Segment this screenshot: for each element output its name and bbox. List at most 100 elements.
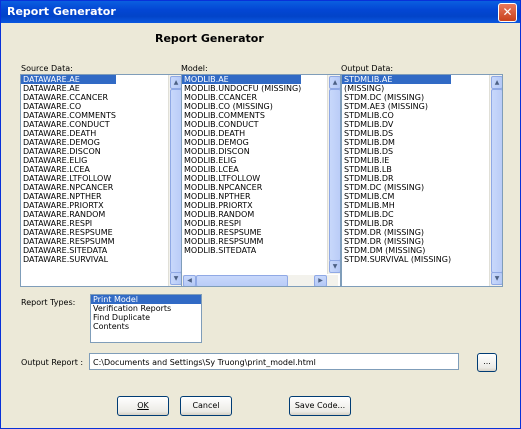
arrow-right-icon[interactable]: ▶	[314, 275, 327, 286]
list-item[interactable]: STDMLIB.DS	[342, 129, 451, 138]
arrow-up-icon[interactable]: ▲	[491, 76, 502, 89]
window-title: Report Generator	[7, 5, 116, 18]
list-item[interactable]: MODLIB.NPTHER	[182, 192, 301, 201]
list-item[interactable]: DATAWARE.NPTHER	[21, 192, 116, 201]
output-report-label: Output Report :	[21, 358, 84, 367]
close-button[interactable]: ✕	[498, 3, 517, 22]
ok-button-label: OK	[137, 401, 149, 410]
list-item[interactable]: STDMLIB.CM	[342, 192, 451, 201]
list-item[interactable]: STDMLIB.MH	[342, 201, 451, 210]
list-item[interactable]: MODLIB.DEMOG	[182, 138, 301, 147]
list-item[interactable]: STDMLIB.LB	[342, 165, 451, 174]
scroll-thumb[interactable]	[329, 89, 340, 261]
list-item[interactable]: DATAWARE.CONDUCT	[21, 120, 116, 129]
list-item[interactable]: MODLIB.NPCANCER	[182, 183, 301, 192]
list-item[interactable]: DATAWARE.COMMENTS	[21, 111, 116, 120]
model-hscrollbar[interactable]: ◀ ▶	[182, 275, 338, 286]
list-item[interactable]: MODLIB.DISCON	[182, 147, 301, 156]
list-item[interactable]: Find Duplicate	[91, 313, 201, 322]
list-item[interactable]: STDMLIB.IE	[342, 156, 451, 165]
list-item[interactable]: STDM.SURVIVAL (MISSING)	[342, 255, 451, 264]
list-item[interactable]: Contents	[91, 322, 201, 331]
list-item[interactable]: DATAWARE.AE	[21, 84, 116, 93]
list-item[interactable]: MODLIB.CCANCER	[182, 93, 301, 102]
list-item[interactable]: MODLIB.PRIORTX	[182, 201, 301, 210]
output-report-field[interactable]: C:\Documents and Settings\Sy Truong\prin…	[89, 353, 459, 370]
arrow-down-icon[interactable]: ▼	[491, 272, 502, 285]
list-item[interactable]: MODLIB.SITEDATA	[182, 246, 301, 255]
close-icon: ✕	[502, 5, 513, 19]
list-item[interactable]: DATAWARE.RESPI	[21, 219, 116, 228]
list-item[interactable]: MODLIB.RESPSUMM	[182, 237, 301, 246]
list-item[interactable]: DATAWARE.DISCON	[21, 147, 116, 156]
list-item[interactable]: DATAWARE.RESPSUME	[21, 228, 116, 237]
list-item[interactable]: STDMLIB.CO	[342, 111, 451, 120]
list-item[interactable]: MODLIB.CO (MISSING)	[182, 102, 301, 111]
list-item[interactable]: MODLIB.ELIG	[182, 156, 301, 165]
output-vscrollbar[interactable]: ▲ ▼	[489, 75, 502, 286]
list-item[interactable]: DATAWARE.DEMOG	[21, 138, 116, 147]
source-data-list[interactable]: DATAWARE.AE DATAWARE.AE DATAWARE.CCANCER DA…	[20, 74, 182, 287]
list-item[interactable]: STDM.DR (MISSING)	[342, 228, 451, 237]
list-item[interactable]: DATAWARE.SITEDATA	[21, 246, 116, 255]
list-item[interactable]: STDMLIB.AE	[342, 75, 452, 84]
list-item[interactable]: Verification Reports	[91, 304, 201, 313]
arrow-up-icon[interactable]: ▲	[329, 76, 340, 89]
list-item[interactable]: STDMLIB.DC	[342, 210, 451, 219]
list-item[interactable]: DATAWARE.CCANCER	[21, 93, 116, 102]
list-item[interactable]: STDM.DR (MISSING)	[342, 237, 451, 246]
list-item[interactable]: DATAWARE.LTFOLLOW	[21, 174, 116, 183]
list-item[interactable]: MODLIB.AE	[182, 75, 302, 84]
list-item[interactable]: STDMLIB.DV	[342, 120, 451, 129]
list-item[interactable]: Print Model	[91, 295, 201, 304]
list-item[interactable]: DATAWARE.DEATH	[21, 129, 116, 138]
list-item[interactable]: STDM.DC (MISSING)	[342, 93, 451, 102]
list-item[interactable]: STDMLIB.DR	[342, 219, 451, 228]
list-item[interactable]: MODLIB.LTFOLLOW	[182, 174, 301, 183]
source-vscrollbar[interactable]: ▲ ▼	[168, 75, 181, 286]
list-item[interactable]: DATAWARE.NPCANCER	[21, 183, 116, 192]
scroll-thumb[interactable]	[491, 89, 502, 273]
model-vscrollbar[interactable]: ▲ ▼	[327, 75, 340, 274]
list-item[interactable]: STDMLIB.DR	[342, 174, 451, 183]
arrow-down-icon[interactable]: ▼	[329, 260, 340, 273]
list-item[interactable]: DATAWARE.PRIORTX	[21, 201, 116, 210]
list-item[interactable]: DATAWARE.SURVIVAL	[21, 255, 116, 264]
list-item[interactable]: DATAWARE.ELIG	[21, 156, 116, 165]
output-items: STDMLIB.AE (MISSING) STDM.DC (MISSING) STDM…	[342, 75, 452, 264]
list-item[interactable]: STDM.AE3 (MISSING)	[342, 102, 451, 111]
list-item[interactable]: MODLIB.UNDOCFU (MISSING)	[182, 84, 301, 93]
list-item[interactable]: MODLIB.RESPI	[182, 219, 301, 228]
arrow-left-icon[interactable]: ◀	[183, 275, 196, 286]
save-code-button[interactable]: Save Code...	[289, 396, 351, 416]
report-types-list[interactable]: Print Model Verification Reports Find Dupl…	[90, 294, 202, 343]
model-list[interactable]: MODLIB.AE MODLIB.UNDOCFU (MISSING) MODLIB.…	[181, 74, 341, 287]
list-item[interactable]: DATAWARE.AE	[21, 75, 116, 84]
cancel-button[interactable]: Cancel	[180, 396, 232, 416]
hscroll-thumb[interactable]	[196, 275, 288, 286]
browse-button[interactable]: ...	[477, 353, 497, 372]
list-item[interactable]: STDMLIB.DS	[342, 147, 451, 156]
list-item[interactable]: MODLIB.DEATH	[182, 129, 301, 138]
cancel-button-label: Cancel	[192, 401, 220, 410]
list-item[interactable]: STDMLIB.DM	[342, 138, 451, 147]
model-label: Model:	[181, 64, 208, 73]
list-item[interactable]: DATAWARE.RESPSUMM	[21, 237, 116, 246]
source-items: DATAWARE.AE DATAWARE.AE DATAWARE.CCANCER DA…	[21, 75, 116, 264]
list-item[interactable]: DATAWARE.CO	[21, 102, 116, 111]
model-items: MODLIB.AE MODLIB.UNDOCFU (MISSING) MODLIB.…	[182, 75, 302, 255]
ok-button[interactable]: OK	[117, 396, 169, 416]
output-data-label: Output Data:	[341, 64, 394, 73]
list-item[interactable]: (MISSING)	[342, 84, 451, 93]
list-item[interactable]: MODLIB.RESPSUME	[182, 228, 301, 237]
list-item[interactable]: MODLIB.CONDUCT	[182, 120, 301, 129]
title-bar[interactable]: Report Generator ✕	[1, 1, 520, 23]
list-item[interactable]: MODLIB.RANDOM	[182, 210, 301, 219]
list-item[interactable]: DATAWARE.LCEA	[21, 165, 116, 174]
list-item[interactable]: MODLIB.LCEA	[182, 165, 301, 174]
output-data-list[interactable]: STDMLIB.AE (MISSING) STDM.DC (MISSING) STDM…	[341, 74, 503, 287]
list-item[interactable]: DATAWARE.RANDOM	[21, 210, 116, 219]
list-item[interactable]: STDM.DC (MISSING)	[342, 183, 451, 192]
list-item[interactable]: STDM.DM (MISSING)	[342, 246, 451, 255]
list-item[interactable]: MODLIB.COMMENTS	[182, 111, 301, 120]
